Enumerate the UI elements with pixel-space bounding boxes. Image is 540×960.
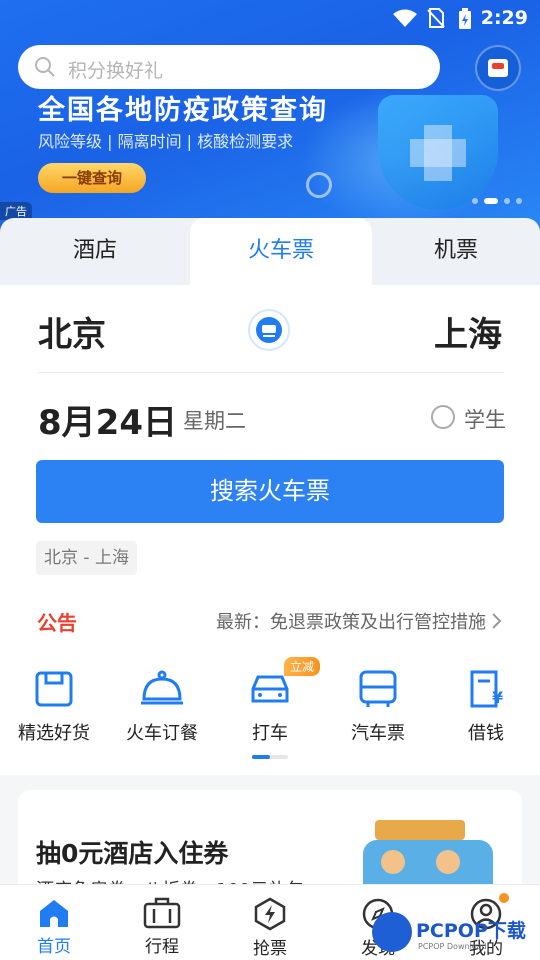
student-radio[interactable] [431, 405, 455, 429]
wallet-icon [488, 59, 508, 77]
pcpop-watermark: PCPOP下载 PCPOP Download [372, 912, 538, 956]
student-label[interactable]: 学生 [464, 404, 506, 434]
banner-subtitle: 风险等级 | 隔离时间 | 核酸检测要求 [38, 132, 294, 151]
departure-date[interactable]: 8月24日 [38, 395, 177, 444]
shortcut-label: 汽车票 [351, 723, 405, 744]
weekday-label: 星期二 [183, 409, 246, 433]
departure-city[interactable]: 北京 [38, 307, 106, 356]
train-icon [256, 317, 282, 343]
promo-title: 抽0元酒店入住券 [36, 839, 229, 868]
tab-label: 抢票 [253, 939, 287, 959]
status-time: 2:29 [480, 7, 528, 29]
svg-text:¥: ¥ [492, 688, 503, 707]
search-icon [35, 57, 55, 77]
banner-title: 全国各地防疫政策查询 [38, 95, 328, 126]
swap-cities-button[interactable] [248, 309, 290, 351]
shortcut-selected-goods[interactable]: 精选好货 [0, 657, 108, 757]
banner-dot [472, 198, 478, 204]
tab-label: 首页 [37, 937, 71, 957]
shortcut-bus-tickets[interactable]: 汽车票 [324, 657, 432, 757]
shortcut-label: 打车 [252, 723, 288, 744]
tab-home[interactable]: 首页 [0, 885, 108, 960]
shortcut-borrow-money[interactable]: ¥ 借钱 [432, 657, 540, 757]
yuan-doc-icon: ¥ [470, 670, 503, 708]
shortcut-page-indicator [252, 755, 288, 759]
banner-dot [516, 198, 522, 204]
banner-dot-active [484, 198, 498, 204]
tab-flights[interactable]: 机票 [372, 218, 540, 286]
watermark-text: PCPOP下载 [416, 920, 526, 942]
search-bar[interactable]: 积分换好礼 [18, 45, 440, 89]
shortcut-label: 借钱 [468, 723, 504, 744]
shield-illustration [378, 95, 498, 210]
notice-label: 公告 [37, 611, 77, 635]
search-train-button[interactable]: 搜索火车票 [36, 460, 504, 523]
tab-grab-tickets[interactable]: 抢票 [216, 885, 324, 960]
shortcut-grid: 精选好货 火车订餐 立减 打车 汽车票 ¥ 借钱 [0, 657, 540, 767]
status-bar: 2:29 [0, 0, 540, 36]
bag-icon [35, 671, 73, 707]
lightning-icon [254, 897, 286, 931]
train-search-card: 北京 上海 8月24日 星期二 学生 搜索火车票 北京 - 上海 公告 最新：免… [0, 285, 540, 775]
shortcut-taxi[interactable]: 立减 打车 [216, 657, 324, 757]
search-history-chip[interactable]: 北京 - 上海 [36, 541, 137, 575]
shortcut-train-meals[interactable]: 火车订餐 [108, 657, 216, 757]
tab-train-tickets[interactable]: 火车票 [190, 218, 372, 286]
food-dome-icon [141, 670, 183, 705]
divider [38, 372, 504, 373]
wallet-button[interactable] [475, 45, 521, 91]
notification-dot [499, 893, 509, 903]
notice-text[interactable]: 最新：免退票政策及出行管控措施 [216, 608, 486, 634]
watermark-small-text: PCPOP Download [418, 942, 487, 951]
booking-tabs: 酒店 火车票 机票 [0, 218, 540, 286]
tab-hotel[interactable]: 酒店 [0, 218, 190, 286]
banner-pagination [472, 198, 522, 204]
shortcut-label: 精选好货 [18, 723, 90, 744]
bus-icon [359, 670, 397, 707]
watermark-logo [372, 912, 412, 952]
arrival-city[interactable]: 上海 [434, 307, 502, 356]
home-icon [40, 900, 68, 927]
banner-dot [504, 198, 510, 204]
no-sim-icon [427, 8, 445, 28]
chevron-right-icon[interactable] [486, 611, 506, 631]
tab-label: 行程 [145, 937, 179, 957]
tab-trips[interactable]: 行程 [108, 885, 216, 960]
discount-badge: 立减 [284, 657, 321, 676]
virus-icon [306, 172, 332, 198]
search-placeholder: 积分换好礼 [68, 60, 164, 82]
wifi-icon [393, 9, 417, 27]
banner-query-button[interactable]: 一键查询 [38, 163, 146, 193]
battery-charging-icon [459, 8, 471, 29]
suitcase-icon [143, 897, 181, 929]
shortcut-label: 火车订餐 [126, 723, 198, 744]
